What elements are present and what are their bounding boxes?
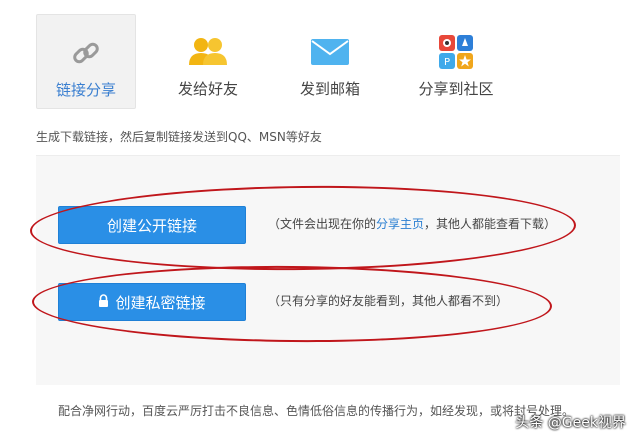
create-public-link-button[interactable]: 创建公开链接: [58, 206, 246, 244]
tab-share-to-community[interactable]: P 分享到社区: [406, 14, 506, 109]
chain-link-icon: [37, 33, 135, 73]
tab-send-to-friends[interactable]: 发给好友: [158, 14, 258, 109]
share-options-panel: [36, 155, 620, 385]
tab-label: 发到邮箱: [299, 80, 360, 98]
lock-icon: [98, 293, 109, 311]
watermark: 头条 @Geek视界: [515, 415, 626, 431]
hint-text: ，其他人都能查看下载）: [424, 217, 557, 231]
tab-label: 发给好友: [177, 80, 238, 98]
private-link-hint: （只有分享的好友能看到，其他人都看不到）: [268, 294, 509, 308]
tab-send-to-email[interactable]: 发到邮箱: [280, 14, 380, 109]
footer-notice: 配合净网行动，百度云严厉打击不良信息、色情低俗信息的传播行为，如经发现，或将封号…: [58, 404, 575, 418]
share-tabs: 链接分享 发给好友 发到邮箱 P 分享到社区: [36, 14, 506, 109]
public-link-hint: （文件会出现在你的分享主页，其他人都能查看下载）: [268, 215, 556, 232]
tab-link-share[interactable]: 链接分享: [36, 14, 136, 109]
svg-text:P: P: [444, 57, 450, 68]
tab-label: 链接分享: [55, 81, 116, 99]
create-private-link-button[interactable]: 创建私密链接: [58, 283, 246, 321]
hint-text: （文件会出现在你的: [268, 217, 377, 231]
community-apps-icon: P: [406, 32, 506, 72]
button-label: 创建私密链接: [115, 293, 206, 312]
tab-label: 分享到社区: [418, 80, 494, 98]
friends-icon: [158, 32, 258, 72]
button-label: 创建公开链接: [106, 216, 197, 235]
share-homepage-link[interactable]: 分享主页: [376, 217, 424, 231]
envelope-icon: [280, 32, 380, 72]
share-description: 生成下载链接，然后复制链接发送到QQ、MSN等好友: [36, 130, 322, 144]
